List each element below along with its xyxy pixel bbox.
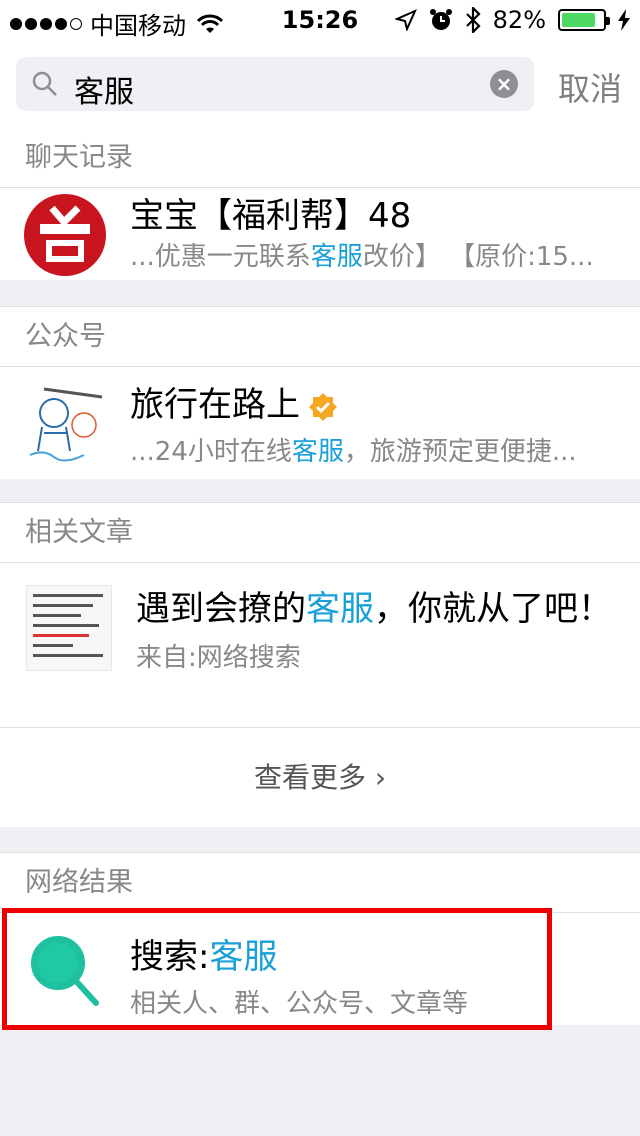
account-snippet: ...24小时在线客服，旅游预定更便捷... bbox=[130, 437, 577, 467]
articles-section: 相关文章 遇到会撩的客服，你就从了吧！ 来自:网络搜索 查看更多 › bbox=[0, 502, 640, 827]
selection-highlight-box bbox=[2, 908, 552, 1030]
official-account-item[interactable]: 旅行在路上 ...24小时在线客服，旅游预定更便捷... bbox=[0, 367, 640, 479]
see-more-button[interactable]: 查看更多 › bbox=[0, 727, 640, 827]
location-icon bbox=[394, 9, 417, 31]
article-title: 遇到会撩的客服，你就从了吧！ bbox=[136, 589, 612, 629]
highlighted-keyword: 客服 bbox=[310, 242, 363, 272]
battery-icon bbox=[558, 9, 610, 31]
highlighted-keyword: 客服 bbox=[291, 437, 344, 467]
section-header-web-results: 网络结果 bbox=[0, 853, 640, 913]
section-header-articles: 相关文章 bbox=[0, 503, 640, 563]
article-item[interactable]: 遇到会撩的客服，你就从了吧！ 来自:网络搜索 bbox=[0, 563, 640, 727]
account-title: 旅行在路上 bbox=[130, 377, 338, 426]
chat-records-section: 聊天记录 宝宝【福利帮】48 ...优惠一元联系客服改价】 【原价:15... bbox=[0, 128, 640, 280]
battery-level bbox=[562, 13, 595, 27]
section-header-chat-records: 聊天记录 bbox=[0, 128, 640, 188]
clear-search-icon[interactable]: × bbox=[490, 70, 518, 98]
search-input[interactable]: 客服 × bbox=[16, 57, 534, 111]
search-query[interactable]: 客服 bbox=[74, 67, 134, 111]
chat-record-item[interactable]: 宝宝【福利帮】48 ...优惠一元联系客服改价】 【原价:15... bbox=[0, 188, 640, 280]
article-thumbnail bbox=[26, 585, 112, 671]
chevron-right-icon: › bbox=[365, 761, 387, 794]
chat-record-title: 宝宝【福利帮】48 bbox=[130, 196, 412, 236]
account-avatar bbox=[24, 379, 108, 465]
bluetooth-icon bbox=[465, 7, 481, 33]
search-icon bbox=[32, 71, 57, 96]
verified-badge-icon bbox=[309, 392, 337, 421]
charging-icon bbox=[618, 9, 630, 31]
search-header: 客服 × 取消 bbox=[0, 40, 640, 128]
official-accounts-section: 公众号 旅行在路上 ...24小时在线客服，旅游预定更便捷... bbox=[0, 306, 640, 479]
highlighted-keyword: 客服 bbox=[306, 589, 374, 629]
alarm-icon bbox=[429, 9, 452, 30]
chat-record-snippet: ...优惠一元联系客服改价】 【原价:15... bbox=[130, 242, 594, 272]
status-bar: 中国移动 15:26 82% bbox=[0, 0, 640, 40]
battery-percentage: 82% bbox=[492, 6, 546, 34]
section-header-official-accounts: 公众号 bbox=[0, 307, 640, 367]
article-source: 来自:网络搜索 bbox=[136, 643, 301, 673]
chat-avatar bbox=[24, 194, 106, 276]
cancel-button[interactable]: 取消 bbox=[558, 64, 622, 110]
